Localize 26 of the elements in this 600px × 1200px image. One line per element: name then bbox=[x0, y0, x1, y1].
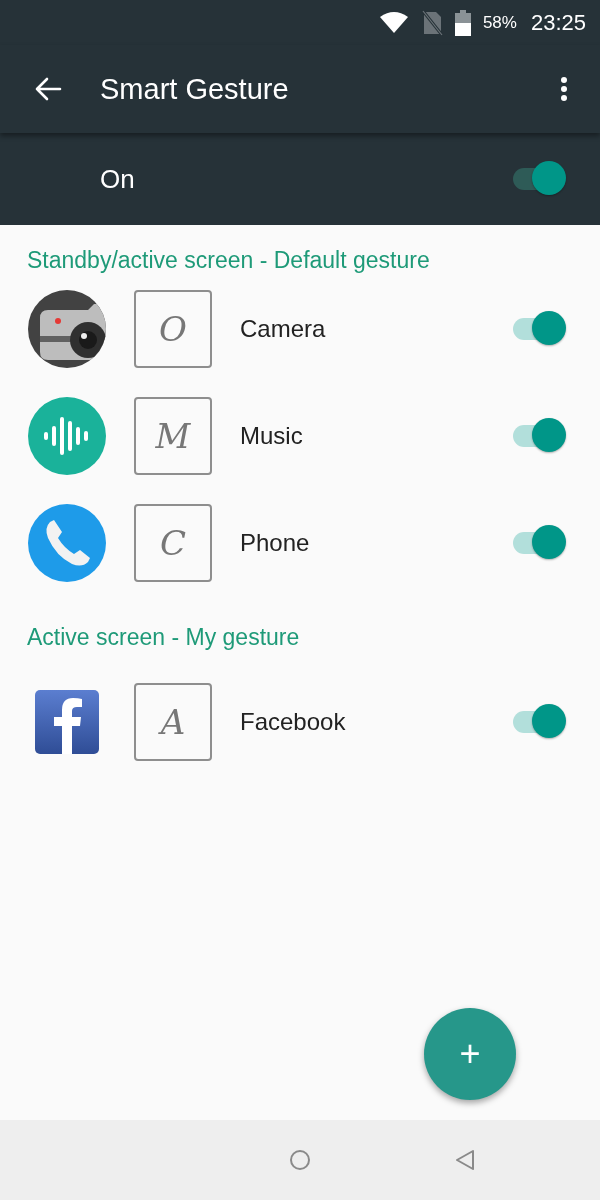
home-icon[interactable] bbox=[288, 1148, 312, 1172]
back-arrow-icon[interactable] bbox=[34, 77, 62, 101]
phone-app-icon bbox=[28, 503, 106, 582]
no-sim-icon bbox=[420, 9, 443, 36]
app-label: Music bbox=[240, 421, 304, 450]
camera-app-icon bbox=[28, 289, 106, 368]
section-header: Standby/active screen - Default gesture bbox=[26, 246, 431, 275]
sound-wave-app-icon bbox=[28, 396, 106, 475]
facebook-app-icon bbox=[35, 689, 99, 754]
battery-icon bbox=[454, 9, 471, 36]
section-header: Active screen - My gesture bbox=[26, 623, 301, 652]
switch-label: On bbox=[100, 163, 136, 195]
add-button[interactable]: + bbox=[424, 1008, 516, 1100]
gesture-box[interactable]: C bbox=[134, 503, 212, 582]
app-label: Phone bbox=[240, 528, 311, 557]
battery-percentage: 58% bbox=[482, 12, 517, 33]
wifi-icon bbox=[378, 10, 409, 35]
more-options-icon[interactable] bbox=[560, 76, 568, 102]
app-label: Camera bbox=[240, 314, 327, 343]
gesture-box[interactable]: A bbox=[134, 682, 212, 761]
clock-time: 23:25 bbox=[530, 9, 586, 36]
screen-title: Smart Gesture bbox=[100, 72, 290, 106]
app-label: Facebook bbox=[240, 707, 347, 736]
gesture-box[interactable]: M bbox=[134, 396, 212, 475]
gesture-box[interactable]: O bbox=[134, 289, 212, 368]
back-icon[interactable] bbox=[454, 1148, 476, 1172]
